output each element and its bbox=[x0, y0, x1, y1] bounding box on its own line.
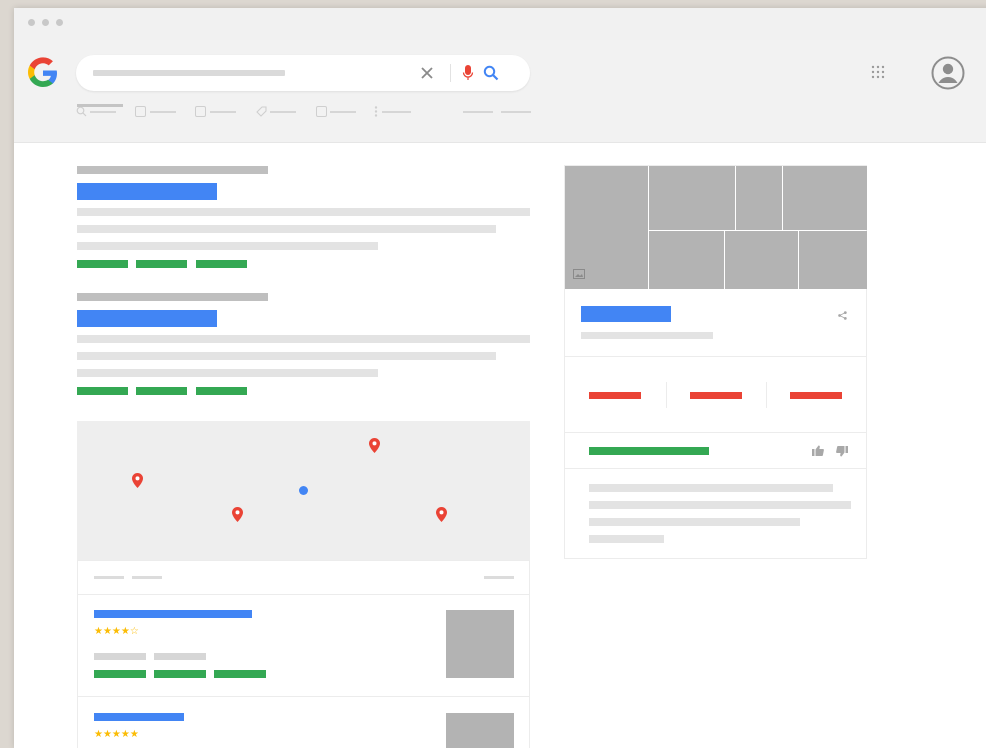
panel-description-line bbox=[589, 501, 851, 509]
active-tab-indicator bbox=[77, 104, 123, 107]
panel-description-line bbox=[589, 518, 800, 526]
panel-image[interactable] bbox=[799, 231, 867, 289]
panel-image[interactable] bbox=[649, 166, 735, 230]
result-snippet-line bbox=[77, 352, 496, 360]
account-avatar-icon[interactable] bbox=[931, 56, 965, 90]
search-header bbox=[14, 40, 986, 143]
news-tab-icon[interactable] bbox=[135, 106, 146, 117]
image-gallery-icon bbox=[573, 269, 585, 279]
search-query-placeholder bbox=[93, 70, 285, 76]
thumbs-down-icon[interactable] bbox=[836, 446, 848, 457]
tab-label-tools[interactable] bbox=[501, 111, 531, 113]
listings-filter[interactable] bbox=[94, 576, 124, 579]
listings-filter[interactable] bbox=[132, 576, 162, 579]
sitelink[interactable] bbox=[196, 387, 247, 395]
rating-stars: ★★★★★ bbox=[94, 729, 139, 740]
divider bbox=[565, 432, 866, 433]
listing-thumbnail[interactable] bbox=[446, 713, 514, 748]
browser-window: ★★★★☆ ★★★★★ bbox=[14, 8, 986, 748]
result-snippet-line bbox=[77, 335, 530, 343]
listing-thumbnail[interactable] bbox=[446, 610, 514, 678]
window-dot-close[interactable] bbox=[28, 19, 35, 26]
title-bar bbox=[14, 8, 986, 40]
listing-meta bbox=[154, 653, 206, 660]
panel-description-line bbox=[589, 484, 833, 492]
divider bbox=[666, 382, 667, 408]
google-logo[interactable] bbox=[26, 56, 60, 90]
sitelink[interactable] bbox=[77, 260, 128, 268]
result-snippet-line bbox=[77, 208, 530, 216]
search-divider bbox=[450, 64, 451, 82]
images-tab-icon[interactable] bbox=[195, 106, 206, 117]
tab-label-news[interactable] bbox=[150, 111, 176, 113]
panel-title bbox=[581, 306, 671, 322]
share-icon[interactable] bbox=[838, 311, 847, 320]
local-map[interactable] bbox=[77, 421, 530, 560]
result-snippet-line bbox=[77, 242, 378, 250]
result-snippet-line bbox=[77, 369, 378, 377]
tab-label-all[interactable] bbox=[90, 111, 116, 113]
thumbs-up-icon[interactable] bbox=[812, 445, 824, 456]
mic-icon[interactable] bbox=[461, 64, 475, 82]
result-snippet-line bbox=[77, 225, 496, 233]
rating-stars: ★★★★☆ bbox=[94, 626, 139, 637]
panel-image[interactable] bbox=[736, 166, 782, 230]
result-breadcrumb bbox=[77, 293, 268, 301]
panel-image[interactable] bbox=[783, 166, 867, 230]
panel-image[interactable] bbox=[649, 231, 724, 289]
knowledge-panel bbox=[564, 165, 867, 559]
listing-action[interactable] bbox=[94, 670, 146, 678]
panel-feedback-link[interactable] bbox=[589, 447, 709, 455]
listing-title[interactable] bbox=[94, 610, 252, 618]
apps-grid-icon[interactable] bbox=[870, 64, 886, 80]
divider bbox=[766, 382, 767, 408]
panel-subtitle bbox=[581, 332, 713, 339]
tab-label-images[interactable] bbox=[210, 111, 236, 113]
divider bbox=[565, 468, 866, 469]
divider bbox=[78, 594, 529, 595]
map-pin-icon[interactable] bbox=[132, 473, 143, 488]
tab-label-videos[interactable] bbox=[330, 111, 356, 113]
window-dot-maximize[interactable] bbox=[56, 19, 63, 26]
tab-label-settings[interactable] bbox=[463, 111, 493, 113]
panel-action-button[interactable] bbox=[790, 392, 842, 399]
divider bbox=[78, 696, 529, 697]
result-breadcrumb bbox=[77, 166, 268, 174]
listing-action[interactable] bbox=[154, 670, 206, 678]
videos-tab-icon[interactable] bbox=[316, 106, 327, 117]
search-box[interactable] bbox=[76, 55, 530, 91]
result-title-link[interactable] bbox=[77, 310, 217, 327]
panel-action-button[interactable] bbox=[589, 392, 641, 399]
listing-meta bbox=[94, 653, 146, 660]
map-pin-icon[interactable] bbox=[436, 507, 447, 522]
listing-action[interactable] bbox=[214, 670, 266, 678]
sitelink[interactable] bbox=[136, 387, 187, 395]
window-dot-minimize[interactable] bbox=[42, 19, 49, 26]
tab-label-more[interactable] bbox=[382, 111, 411, 113]
sitelink[interactable] bbox=[136, 260, 187, 268]
result-title-link[interactable] bbox=[77, 183, 217, 200]
panel-image[interactable] bbox=[725, 231, 798, 289]
clear-icon[interactable] bbox=[419, 65, 435, 81]
sitelink[interactable] bbox=[77, 387, 128, 395]
search-icon[interactable] bbox=[482, 64, 500, 82]
panel-action-button[interactable] bbox=[690, 392, 742, 399]
panel-description-line bbox=[589, 535, 664, 543]
sitelink[interactable] bbox=[196, 260, 247, 268]
listing-title[interactable] bbox=[94, 713, 184, 721]
tab-label-shopping[interactable] bbox=[270, 111, 296, 113]
map-pin-icon[interactable] bbox=[232, 507, 243, 522]
listings-more[interactable] bbox=[484, 576, 514, 579]
divider bbox=[565, 356, 866, 357]
local-listings: ★★★★☆ ★★★★★ bbox=[77, 560, 530, 748]
current-location-dot bbox=[299, 486, 308, 495]
map-pin-icon[interactable] bbox=[369, 438, 380, 453]
